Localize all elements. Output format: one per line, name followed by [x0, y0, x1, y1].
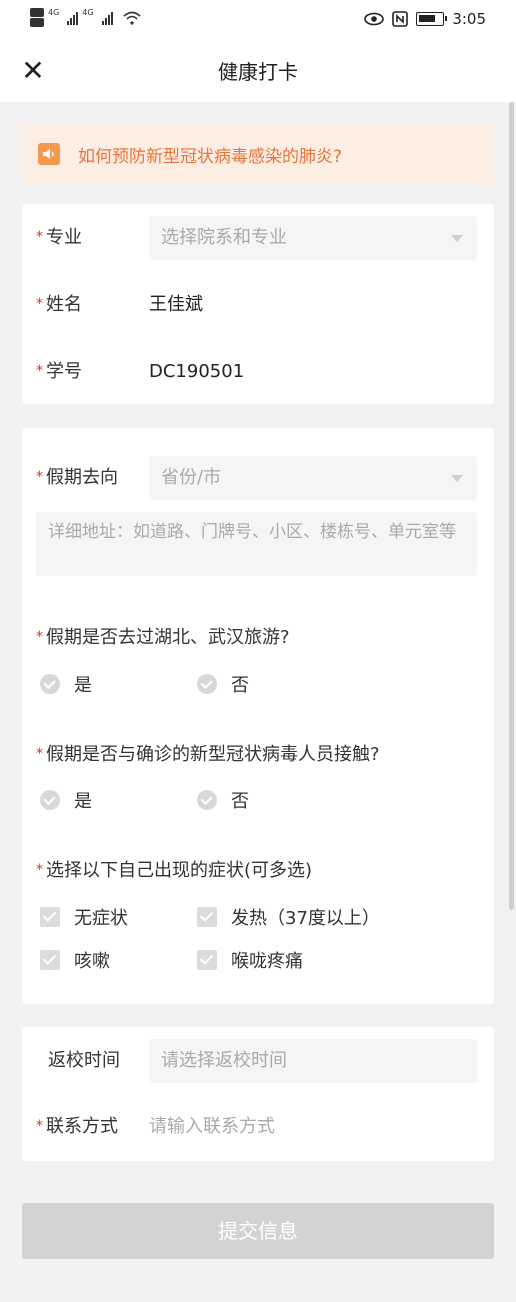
name-row: * 姓名 王佳斌	[22, 283, 494, 327]
return-time-row: 返校时间 请选择返校时间	[22, 1039, 494, 1083]
chevron-down-icon	[451, 475, 463, 482]
contact-no-option[interactable]: 否	[197, 787, 249, 813]
basic-info-card: * 专业 选择院系和专业 * 姓名 王佳斌 * 学号 DC190501	[22, 204, 494, 404]
name-value: 王佳斌	[149, 294, 203, 315]
contact-row: * 联系方式 请输入联系方式	[22, 1105, 494, 1149]
contact-label: * 联系方式	[36, 1116, 118, 1137]
notice-link[interactable]: 如何预防新型冠状病毒感染的肺炎?	[78, 142, 342, 167]
symptom-fever-option[interactable]: 发热（37度以上）	[197, 904, 380, 930]
required-mark: *	[36, 296, 43, 312]
major-placeholder: 选择院系和专业	[161, 227, 287, 248]
status-right: 3:05	[364, 10, 486, 28]
student-id-row: * 学号 DC190501	[22, 350, 494, 394]
checkbox-icon[interactable]	[197, 907, 217, 927]
required-mark: *	[36, 363, 43, 379]
required-mark: *	[36, 229, 43, 245]
major-select[interactable]: 选择院系和专业	[149, 216, 477, 260]
status-bar: 4G 4G 3:05	[0, 0, 516, 42]
question-hubei: * 假期是否去过湖北、武汉旅游?	[36, 627, 290, 648]
travel-health-card: * 假期去向 省份/市 详细地址：如道路、门牌号、小区、楼栋号、单元室等 * 假期是…	[22, 428, 494, 1004]
return-time-select[interactable]: 请选择返校时间	[149, 1039, 477, 1083]
return-time-placeholder: 请选择返校时间	[161, 1050, 287, 1071]
symptom-none-option[interactable]: 无症状	[40, 904, 128, 930]
wifi-icon	[123, 11, 141, 25]
radio-icon[interactable]	[197, 674, 217, 694]
contact-input[interactable]: 请输入联系方式	[149, 1105, 275, 1149]
name-label: * 姓名	[36, 294, 82, 315]
symptom-cough-option[interactable]: 咳嗽	[40, 947, 110, 973]
hd-icon	[30, 8, 44, 27]
required-mark: *	[36, 1118, 43, 1134]
hubei-no-option[interactable]: 否	[197, 671, 249, 697]
status-left: 4G 4G	[30, 8, 141, 27]
submit-button[interactable]: 提交信息	[22, 1203, 494, 1259]
destination-placeholder: 省份/市	[161, 467, 222, 488]
address-input[interactable]: 详细地址：如道路、门牌号、小区、楼栋号、单元室等	[36, 512, 477, 576]
required-mark: *	[36, 746, 43, 762]
radio-icon[interactable]	[197, 790, 217, 810]
destination-label: * 假期去向	[36, 467, 118, 488]
return-info-card: 返校时间 请选择返校时间 * 联系方式 请输入联系方式	[22, 1027, 494, 1161]
notice-banner[interactable]: 如何预防新型冠状病毒感染的肺炎?	[22, 124, 494, 184]
symptom-sore-throat-option[interactable]: 喉咙疼痛	[197, 947, 303, 973]
contact-yes-option[interactable]: 是	[40, 787, 92, 813]
question-symptoms: * 选择以下自己出现的症状(可多选)	[36, 860, 313, 881]
radio-icon[interactable]	[40, 674, 60, 694]
required-mark: *	[36, 469, 43, 485]
question-contact: * 假期是否与确诊的新型冠状病毒人员接触?	[36, 744, 380, 765]
radio-icon[interactable]	[40, 790, 60, 810]
major-label: * 专业	[36, 227, 82, 248]
signal-label: 4G	[82, 8, 94, 17]
nav-bar: ✕ 健康打卡	[0, 42, 516, 102]
student-id-label: * 学号	[36, 361, 82, 382]
destination-row: * 假期去向 省份/市	[22, 456, 494, 500]
chevron-down-icon	[451, 235, 463, 242]
speaker-icon	[38, 143, 60, 165]
status-time: 3:05	[452, 10, 486, 28]
student-id-value: DC190501	[149, 361, 245, 382]
checkbox-icon[interactable]	[197, 950, 217, 970]
required-mark: *	[36, 629, 43, 645]
checkbox-icon[interactable]	[40, 950, 60, 970]
signal-icon	[101, 11, 113, 25]
page-title: 健康打卡	[218, 60, 298, 84]
required-mark: *	[36, 862, 43, 878]
major-row: * 专业 选择院系和专业	[22, 216, 494, 260]
battery-icon	[416, 12, 448, 26]
return-time-label: 返校时间	[48, 1050, 120, 1071]
signal-label: 4G	[48, 8, 60, 17]
signal-icon	[67, 11, 79, 25]
destination-select[interactable]: 省份/市	[149, 456, 477, 500]
eye-icon	[364, 12, 385, 26]
checkbox-icon[interactable]	[40, 907, 60, 927]
hubei-yes-option[interactable]: 是	[40, 671, 92, 697]
scrollbar[interactable]	[509, 102, 514, 910]
nfc-icon	[392, 11, 409, 27]
